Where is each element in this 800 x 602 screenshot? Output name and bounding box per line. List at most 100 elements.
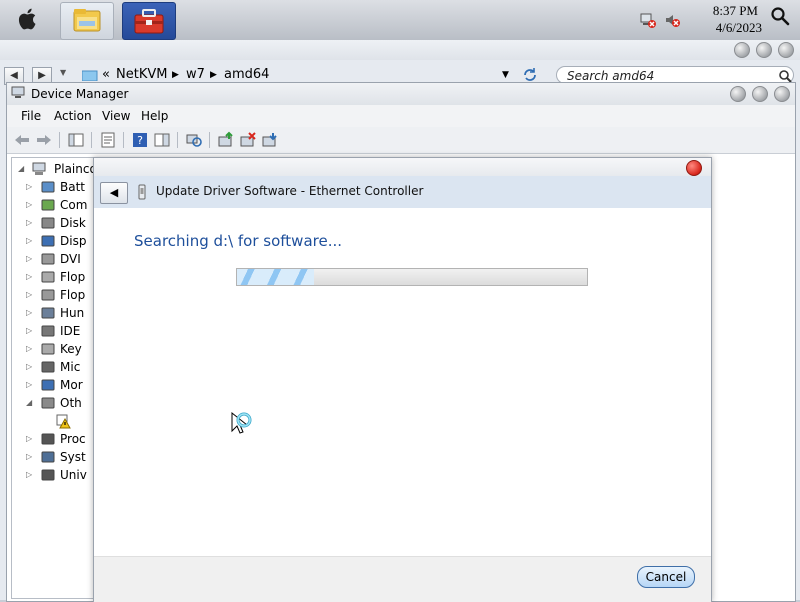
help-icon[interactable]: ? [131,131,149,149]
searching-status-text: Searching d:\ for software... [134,232,343,250]
dialog-footer: Cancel [94,556,711,602]
hid-icon [41,307,55,319]
expand-arrow-icon[interactable]: ▷ [26,219,34,227]
explorer-close-button[interactable] [778,42,794,58]
expand-arrow-icon[interactable]: ▷ [26,255,34,263]
tree-item-label: Batt [60,180,85,194]
battery-icon [41,181,55,193]
menu-help[interactable]: Help [141,109,168,123]
tree-item-label: Mor [60,378,83,392]
device-manager-titlebar: Device Manager [7,83,795,105]
forward-arrow-icon[interactable] [35,131,53,149]
tree-item-label: Flop [60,288,86,302]
expand-arrow-icon[interactable]: ▷ [26,183,34,191]
devmgr-minimize-button[interactable] [730,86,746,102]
background-pane [710,157,794,600]
device-manager-title: Device Manager [31,87,129,101]
tree-item-label: Hun [60,306,85,320]
expand-arrow-icon[interactable]: ▷ [26,453,34,461]
toolbox-icon[interactable] [122,2,176,40]
menu-bar: File Action View Help [7,105,795,127]
toolbar-divider [91,132,92,148]
toolbar-divider [59,132,60,148]
tree-item-label: Univ [60,468,87,482]
action-pane-icon[interactable] [153,131,171,149]
collapse-arrow-icon[interactable]: ◢ [18,165,26,173]
toolbar-divider [123,132,124,148]
spotlight-search-icon[interactable] [770,6,790,26]
tree-item-label: IDE [60,324,81,338]
search-icon[interactable] [778,69,792,83]
expand-arrow-icon[interactable]: ▷ [26,201,34,209]
update-driver-icon[interactable] [217,131,235,149]
disk-drive-icon [41,217,55,229]
expand-arrow-icon[interactable]: ▷ [26,291,34,299]
expand-arrow-icon[interactable]: ▷ [26,381,34,389]
menu-view[interactable]: View [102,109,130,123]
ethernet-device-icon [138,184,146,200]
update-driver-dialog: ◀ Update Driver Software - Ethernet Cont… [93,157,712,602]
tree-root-label: Plainco [54,162,97,176]
network-disconnected-icon[interactable] [640,12,656,28]
dialog-close-button[interactable] [686,160,702,176]
tree-item-label: Key [60,342,82,356]
show-hide-console-tree-icon[interactable] [67,131,85,149]
tree-item-label: Disp [60,234,87,248]
dialog-back-button[interactable]: ◀ [100,182,128,204]
uninstall-icon[interactable] [239,131,257,149]
properties-icon[interactable] [99,131,117,149]
enable-device-icon[interactable] [261,131,279,149]
expand-arrow-icon[interactable]: ▷ [26,471,34,479]
folder-icon [82,70,98,81]
cancel-button[interactable]: Cancel [637,566,695,588]
toolbar-divider [209,132,210,148]
expand-arrow-icon[interactable]: ▷ [26,309,34,317]
scan-hardware-changes-icon[interactable] [185,131,203,149]
tree-item-label: Proc [60,432,86,446]
tree-item-label: Syst [60,450,86,464]
floppy-controller-icon [41,289,55,301]
clock-time[interactable]: 8:37 PM [713,3,758,19]
display-icon [41,235,55,247]
devmgr-maximize-button[interactable] [752,86,768,102]
processor-icon [41,433,55,445]
expand-arrow-icon[interactable]: ▷ [26,237,34,245]
expand-arrow-icon[interactable]: ▷ [26,327,34,335]
toolbar: ? [7,127,795,154]
dialog-header: ◀ Update Driver Software - Ethernet Cont… [94,176,711,208]
expand-arrow-icon[interactable]: ▷ [26,363,34,371]
refresh-icon[interactable] [522,67,538,83]
other-devices-icon [41,397,55,409]
back-arrow-icon[interactable] [13,131,31,149]
recent-pages-dropdown-icon[interactable]: ▼ [60,68,66,77]
menu-file[interactable]: File [21,109,41,123]
explorer-minimize-button[interactable] [734,42,750,58]
usb-icon [41,469,55,481]
monitor-icon [41,379,55,391]
search-progress-bar [236,268,588,286]
progress-fill [237,269,314,285]
ide-controller-icon [41,325,55,337]
expand-arrow-icon[interactable]: ▷ [26,273,34,281]
mouse-icon [41,361,55,373]
expand-arrow-icon[interactable]: ▷ [26,435,34,443]
tree-item-label: DVI [60,252,81,266]
file-explorer-icon[interactable] [60,2,114,40]
tree-item-label: Disk [60,216,86,230]
speaker-muted-icon[interactable] [664,12,680,28]
apple-icon[interactable] [16,6,40,32]
explorer-maximize-button[interactable] [756,42,772,58]
top-menu-bar: 8:37 PM 4/6/2023 [0,0,800,41]
menu-action[interactable]: Action [54,109,92,123]
device-manager-icon [11,86,25,98]
tree-item-label: Mic [60,360,81,374]
computer-icon [41,199,55,211]
expand-arrow-icon[interactable]: ▷ [26,345,34,353]
collapse-arrow-icon[interactable]: ◢ [26,399,34,407]
clock-date[interactable]: 4/6/2023 [716,20,762,36]
warning-device-icon [56,414,71,429]
dialog-titlebar [94,158,711,176]
devmgr-close-button[interactable] [774,86,790,102]
dvd-icon [41,253,55,265]
floppy-disk-icon [41,271,55,283]
